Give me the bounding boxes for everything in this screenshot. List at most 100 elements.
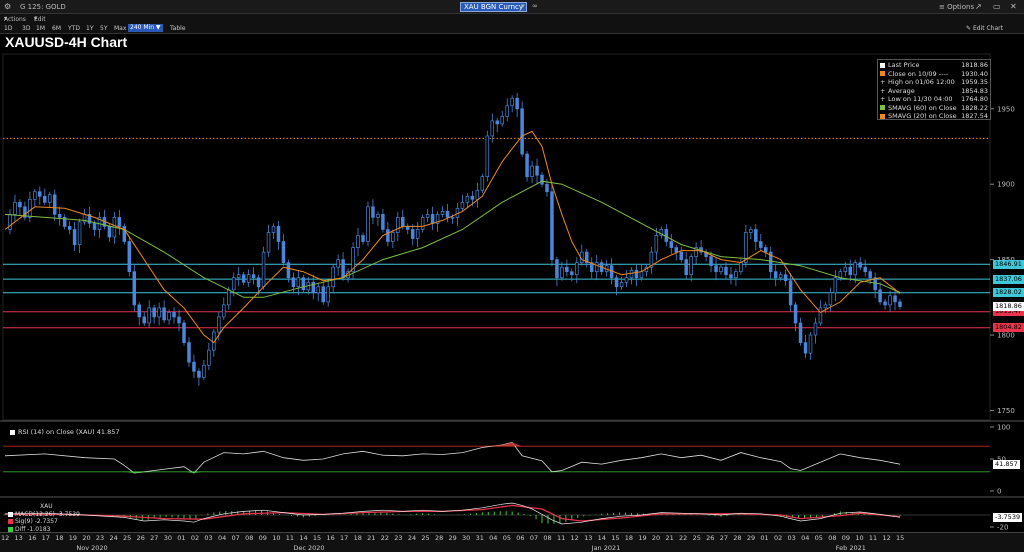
candle-body bbox=[664, 229, 669, 242]
candle-body bbox=[863, 266, 867, 273]
period-bar: 240 Min ▼ Table ✎ Edit Chart 1D 3D 1M 6M YTD… bbox=[0, 23, 1024, 34]
security-input[interactable]: XAU BGN Curncy bbox=[460, 2, 528, 12]
restore-icon[interactable]: ▭ bbox=[993, 2, 1001, 11]
period-button-ytd[interactable]: YTD bbox=[68, 25, 80, 32]
candle-body bbox=[445, 211, 450, 218]
date-tick-label: 17 bbox=[340, 534, 349, 542]
date-tick-label: 18 bbox=[353, 534, 362, 542]
rsi-value-tag: 41.857 bbox=[993, 459, 1020, 469]
candle-body bbox=[575, 262, 579, 276]
legend-item-label: + High on 01/06 12:00 bbox=[880, 78, 955, 86]
candle-body bbox=[684, 259, 688, 276]
close-icon[interactable]: ✕ bbox=[1010, 2, 1017, 11]
date-axis: 12 13 16 17 18 19 20 23 24 25 26 27 30 01 02 03 04 07 08 09… bbox=[0, 532, 1024, 552]
rsi-tick-label: 0 bbox=[997, 488, 1001, 496]
candle-body bbox=[376, 214, 380, 218]
date-tick-label: 18 bbox=[55, 534, 64, 542]
candle-body bbox=[545, 183, 549, 193]
interval-select[interactable]: 240 Min ▼ bbox=[128, 24, 163, 32]
popout-icon[interactable]: ↗ bbox=[975, 2, 982, 11]
candle-body bbox=[669, 241, 674, 248]
date-tick-label: 11 bbox=[868, 534, 878, 542]
candle-body bbox=[147, 307, 151, 324]
date-tick-label: 09 bbox=[841, 534, 851, 542]
candle-body bbox=[868, 271, 872, 279]
date-tick-label: 23 bbox=[394, 534, 403, 542]
candle-body bbox=[709, 256, 713, 267]
candle-body bbox=[336, 259, 340, 268]
candle-body bbox=[57, 214, 62, 218]
actions-menu[interactable]: Actions ▾ bbox=[4, 15, 26, 23]
date-tick-label: 07 bbox=[529, 534, 539, 542]
date-tick-label: 12 bbox=[570, 534, 579, 542]
date-tick-label: 12 bbox=[1, 534, 10, 542]
period-button-5y[interactable]: 5Y bbox=[100, 25, 107, 32]
period-button-1d[interactable]: 1D bbox=[4, 25, 12, 32]
period-button-6m[interactable]: 6M bbox=[52, 25, 61, 32]
macd-legend-item: Sig(9) -2.7357 bbox=[8, 518, 80, 526]
month-label: Feb 2021 bbox=[835, 544, 866, 552]
candle-body bbox=[714, 265, 718, 273]
price-tick-label: 1750 bbox=[997, 407, 1015, 415]
options-menu[interactable]: ≡ Options bbox=[939, 3, 974, 11]
legend-item-value: 1930.40 bbox=[961, 69, 988, 78]
date-tick-label: 15 bbox=[611, 534, 620, 542]
candle-body bbox=[475, 189, 480, 200]
date-tick-label: 28 bbox=[733, 534, 742, 542]
candle-body bbox=[47, 194, 52, 203]
legend-item-label: Last Price bbox=[880, 61, 919, 70]
chevron-down-icon[interactable]: ▾ bbox=[521, 2, 525, 10]
date-tick-label: 25 bbox=[123, 534, 132, 542]
period-button-max[interactable]: Max bbox=[114, 25, 126, 32]
chart-title: XAUUSD-4H Chart bbox=[5, 34, 128, 50]
candle-body bbox=[187, 342, 191, 363]
legend-item-value: 1818.86 bbox=[961, 61, 988, 69]
period-button-3d[interactable]: 3D bbox=[22, 25, 30, 32]
period-button-1y[interactable]: 1Y bbox=[86, 25, 93, 32]
edit-chart-button[interactable]: ✎ Edit Chart bbox=[966, 25, 1003, 32]
rsi-panel: 050100 bbox=[3, 424, 1010, 496]
gear-icon[interactable]: ⚙ bbox=[4, 2, 11, 11]
date-tick-label: 04 bbox=[489, 534, 498, 542]
date-tick-label: 28 bbox=[434, 534, 444, 542]
month-label: Nov 2020 bbox=[76, 544, 108, 552]
edit-menu[interactable]: Edit ▾ bbox=[34, 15, 46, 23]
candle-body bbox=[719, 266, 723, 273]
candle-body bbox=[828, 292, 833, 306]
candle-body bbox=[202, 364, 206, 378]
candle-body bbox=[729, 274, 733, 279]
link-icon[interactable]: ∞ bbox=[532, 2, 538, 10]
candle-body bbox=[132, 271, 137, 306]
candle-body bbox=[798, 322, 803, 343]
candle-body bbox=[843, 266, 848, 273]
date-tick-label: 08 bbox=[543, 534, 552, 542]
price-tick-label: 1950 bbox=[997, 105, 1015, 113]
table-button[interactable]: Table bbox=[170, 25, 186, 32]
legend-item-value: 1854.83 bbox=[961, 86, 988, 95]
legend-item: Last Price 1818.86 bbox=[880, 61, 988, 70]
date-tick-label: 14 bbox=[299, 534, 308, 542]
date-tick-label: 08 bbox=[828, 534, 837, 542]
date-tick-label: 22 bbox=[380, 534, 389, 542]
date-tick-label: 19 bbox=[68, 534, 78, 542]
date-tick-label: 01 bbox=[177, 534, 186, 542]
candle-body bbox=[619, 281, 624, 288]
candle-body bbox=[157, 307, 161, 318]
candle-body bbox=[759, 241, 763, 248]
date-tick-label: 20 bbox=[82, 534, 91, 542]
candle-body bbox=[177, 316, 181, 324]
legend-item: SMAVG (20) on Close 1827.54 bbox=[880, 112, 988, 121]
candle-body bbox=[396, 217, 400, 233]
date-tick-label: 11 bbox=[285, 534, 295, 542]
date-tick-label: 09 bbox=[258, 534, 267, 542]
date-tick-label: 26 bbox=[706, 534, 715, 542]
candle-body bbox=[251, 274, 256, 279]
date-tick-label: 16 bbox=[326, 534, 335, 542]
candle-body bbox=[724, 266, 728, 276]
candle-body bbox=[570, 271, 574, 276]
date-tick-label: 12 bbox=[882, 534, 891, 542]
period-button-1m[interactable]: 1M bbox=[36, 25, 45, 32]
price-tick-label: 1800 bbox=[997, 332, 1015, 340]
chart-canvas: 17501800185019001950 050100 -20 bbox=[0, 53, 1024, 532]
date-tick-label: 10 bbox=[855, 534, 864, 542]
